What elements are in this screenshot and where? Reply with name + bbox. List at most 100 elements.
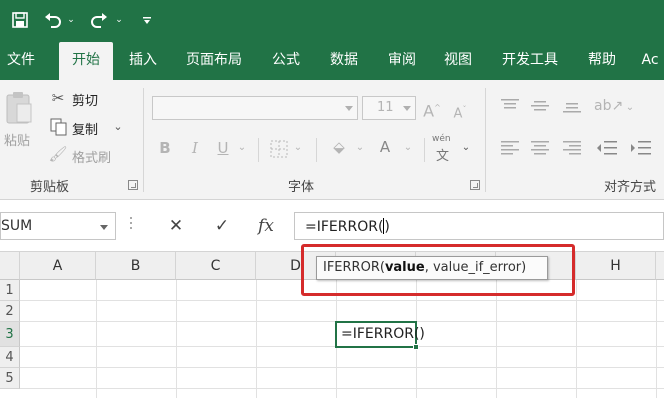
chevron-down-icon[interactable]: ⌄ bbox=[624, 98, 636, 118]
paste-button[interactable]: 粘贴 bbox=[2, 88, 38, 158]
align-middle-icon[interactable] bbox=[530, 98, 550, 114]
align-left-icon[interactable] bbox=[500, 140, 520, 156]
align-center-icon[interactable] bbox=[530, 140, 550, 156]
gridline bbox=[496, 280, 497, 398]
cut-label: 剪切 bbox=[72, 94, 99, 109]
title-bar: ⌄ ⌄ bbox=[0, 0, 664, 40]
chevron-down-icon[interactable]: ⌄ bbox=[402, 138, 414, 158]
row-header-2[interactable]: 2 bbox=[0, 301, 20, 322]
chevron-down-icon[interactable]: ⌄ bbox=[236, 138, 248, 158]
group-separator bbox=[316, 138, 317, 162]
ribbon-tab-bar: 文件 开始 插入 页面布局 公式 数据 审阅 视图 开发工具 帮助 Ac bbox=[0, 40, 664, 80]
format-painter-button[interactable]: 🖌 格式刷 bbox=[48, 144, 128, 166]
formula-text: =IFERROR( bbox=[305, 219, 384, 235]
tab-data[interactable]: 数据 bbox=[322, 40, 366, 80]
decrease-indent-icon[interactable] bbox=[596, 140, 618, 156]
column-header-c[interactable]: C bbox=[176, 252, 256, 280]
formula-bar-resize-handle[interactable] bbox=[130, 214, 134, 238]
select-all-corner[interactable] bbox=[0, 252, 20, 280]
tab-review[interactable]: 审阅 bbox=[380, 40, 424, 80]
ribbon: 粘贴 ✂ 剪切 复制 ⌄ 🖌 格式刷 剪贴板 11 A^ Aˇ B I U ⌄ … bbox=[0, 80, 664, 200]
tab-view[interactable]: 视图 bbox=[436, 40, 480, 80]
font-size-value: 11 bbox=[377, 100, 394, 115]
copy-label: 复制 bbox=[72, 123, 99, 138]
name-box[interactable]: SUM bbox=[0, 212, 116, 240]
gridline bbox=[96, 280, 97, 398]
clipboard-launcher-icon[interactable] bbox=[128, 180, 138, 190]
tab-insert[interactable]: 插入 bbox=[122, 40, 164, 80]
chevron-down-icon[interactable]: ⌄ bbox=[460, 138, 472, 158]
column-header-i[interactable] bbox=[656, 252, 664, 280]
paste-label: 粘贴 bbox=[4, 134, 31, 149]
tab-developer[interactable]: 开发工具 bbox=[494, 40, 566, 80]
increase-indent-icon[interactable] bbox=[630, 140, 652, 156]
orientation-icon[interactable]: ab↗ bbox=[594, 96, 623, 116]
tab-home[interactable]: 开始 bbox=[59, 42, 113, 80]
italic-button[interactable]: I bbox=[186, 138, 204, 158]
tab-help[interactable]: 帮助 bbox=[580, 40, 624, 80]
cut-button[interactable]: ✂ 剪切 bbox=[48, 88, 118, 110]
active-cell-e3[interactable]: =IFERROR() bbox=[335, 321, 425, 350]
shrink-font-icon[interactable]: Aˇ bbox=[450, 100, 470, 124]
gridline bbox=[20, 367, 664, 368]
enter-button[interactable]: ✓ bbox=[204, 212, 240, 240]
copy-icon bbox=[50, 118, 67, 136]
cancel-button[interactable]: ✕ bbox=[158, 212, 194, 240]
column-header-a[interactable]: A bbox=[20, 252, 96, 280]
gridline bbox=[20, 300, 664, 301]
align-right-icon[interactable] bbox=[562, 140, 582, 156]
tooltip-function-name[interactable]: IFERROR( bbox=[323, 260, 385, 275]
format-painter-label: 格式刷 bbox=[72, 151, 112, 166]
phonetic-guide-button[interactable]: wén 文 bbox=[432, 134, 458, 164]
fill-handle[interactable] bbox=[413, 344, 419, 350]
column-header-b[interactable]: B bbox=[96, 252, 176, 280]
fill-color-icon[interactable]: ⬙ bbox=[328, 137, 350, 157]
phonetic-icon: 文 bbox=[436, 149, 450, 164]
paste-icon bbox=[6, 92, 32, 124]
chevron-down-icon bbox=[403, 106, 411, 111]
chevron-down-icon[interactable]: ⌄ bbox=[292, 138, 304, 158]
active-cell-content: =IFERROR() bbox=[341, 326, 425, 342]
row-header-1[interactable]: 1 bbox=[0, 280, 20, 301]
customize-quick-access-icon[interactable] bbox=[140, 8, 154, 32]
save-icon[interactable] bbox=[8, 8, 32, 32]
gridline bbox=[256, 280, 257, 398]
tooltip-current-argument[interactable]: value bbox=[385, 260, 425, 275]
undo-icon[interactable] bbox=[42, 8, 64, 32]
redo-dropdown-icon[interactable]: ⌄ bbox=[114, 8, 124, 32]
tab-formulas[interactable]: 公式 bbox=[264, 40, 308, 80]
chevron-down-icon[interactable]: ⌄ bbox=[354, 138, 366, 158]
row-header-3[interactable]: 3 bbox=[0, 322, 20, 347]
row-header-4[interactable]: 4 bbox=[0, 347, 20, 368]
insert-function-button[interactable]: fx bbox=[248, 212, 284, 240]
tooltip-remaining-arguments[interactable]: , value_if_error) bbox=[425, 260, 527, 275]
formula-input[interactable]: =IFERROR() bbox=[294, 212, 664, 240]
group-separator bbox=[485, 88, 486, 192]
column-header-h[interactable]: H bbox=[576, 252, 656, 280]
grow-font-icon[interactable]: A^ bbox=[422, 98, 442, 121]
alignment-group-label: 对齐方式 bbox=[604, 180, 657, 195]
group-separator bbox=[424, 138, 425, 162]
group-separator bbox=[258, 138, 259, 162]
row-header-5[interactable]: 5 bbox=[0, 368, 20, 389]
chevron-down-icon bbox=[345, 106, 353, 111]
font-launcher-icon[interactable] bbox=[470, 180, 480, 190]
grow-font-label: A bbox=[423, 101, 435, 121]
copy-button[interactable]: 复制 ⌄ bbox=[48, 116, 128, 138]
redo-icon[interactable] bbox=[88, 8, 110, 32]
bold-button[interactable]: B bbox=[156, 138, 174, 158]
function-argument-tooltip: IFERROR(value, value_if_error) bbox=[316, 256, 548, 280]
font-name-combo[interactable] bbox=[152, 96, 358, 120]
underline-button[interactable]: U bbox=[214, 138, 232, 158]
font-size-combo[interactable]: 11 bbox=[362, 96, 416, 120]
gridline bbox=[176, 280, 177, 398]
gridline bbox=[20, 388, 664, 389]
font-color-button[interactable]: A bbox=[376, 137, 394, 157]
undo-dropdown-icon[interactable]: ⌄ bbox=[66, 8, 76, 32]
borders-icon[interactable] bbox=[270, 140, 288, 158]
align-bottom-icon[interactable] bbox=[562, 98, 582, 114]
tab-file[interactable]: 文件 bbox=[0, 40, 42, 80]
align-top-icon[interactable] bbox=[500, 98, 520, 114]
tab-acrobat[interactable]: Ac bbox=[636, 40, 664, 80]
tab-page-layout[interactable]: 页面布局 bbox=[178, 40, 250, 80]
